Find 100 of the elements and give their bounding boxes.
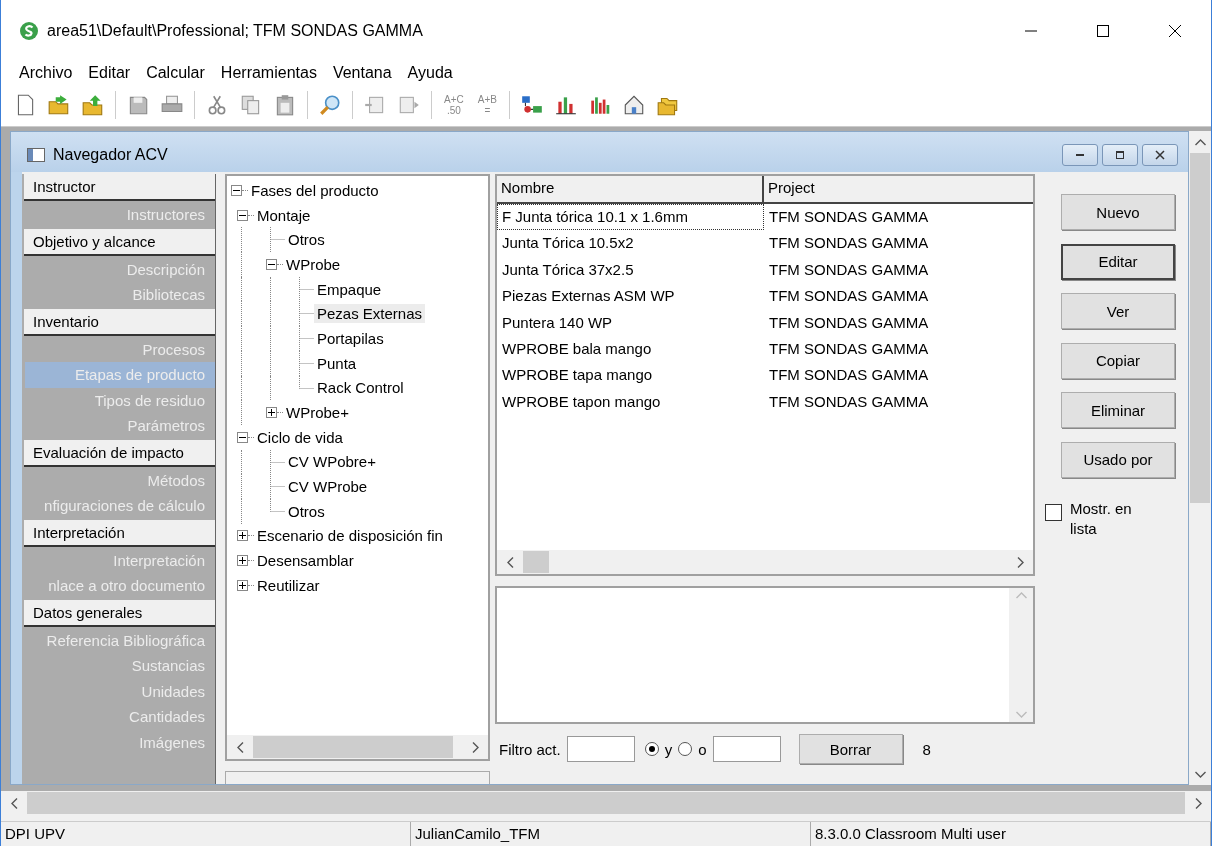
table-cell[interactable]: Piezas Externas ASM WP: [497, 283, 764, 310]
tree-item[interactable]: Otros: [285, 501, 328, 521]
chevron-left-icon[interactable]: [236, 741, 244, 753]
action-button[interactable]: Nuevo: [1061, 194, 1175, 230]
filter-input[interactable]: [712, 736, 781, 762]
radio-button[interactable]: [678, 742, 693, 756]
sidebar-header[interactable]: Objetivo y alcance: [24, 228, 215, 256]
item-count: 8: [922, 740, 931, 758]
tree-item[interactable]: Fases del producto: [248, 180, 382, 200]
clear-button[interactable]: Borrar: [798, 734, 903, 764]
table-cell[interactable]: WPROBE tapa mango: [497, 362, 764, 389]
tree-item[interactable]: Desensamblar: [254, 551, 357, 571]
table-cell[interactable]: TFM SONDAS GAMMA: [764, 309, 1033, 336]
table-cell[interactable]: WPROBE tapon mango: [497, 388, 764, 416]
radio-button[interactable]: [644, 742, 659, 756]
horizontal-scrollbar[interactable]: [227, 735, 488, 759]
table-cell[interactable]: TFM SONDAS GAMMA: [764, 204, 1033, 231]
chevron-left-icon[interactable]: [10, 797, 18, 809]
tree-item[interactable]: CV WProbe: [285, 477, 371, 497]
table-cell[interactable]: TFM SONDAS GAMMA: [764, 362, 1033, 389]
tree-item[interactable]: Rack Control: [314, 378, 407, 398]
vertical-scrollbar[interactable]: [1189, 131, 1211, 785]
chevron-up-icon[interactable]: [1194, 138, 1206, 146]
menu-item[interactable]: Calcular: [138, 64, 213, 82]
expand-icon[interactable]: [237, 579, 248, 591]
tree-item[interactable]: Escenario de disposición fin: [254, 526, 446, 546]
tree-item[interactable]: CV WPobre+: [285, 452, 379, 472]
tree-item[interactable]: Pezas Externas: [314, 304, 426, 324]
table-cell[interactable]: Junta Tórica 10.5x2: [497, 230, 764, 257]
tree-line: [248, 584, 254, 586]
folder-upload-icon[interactable]: [81, 93, 105, 117]
notes-field[interactable]: [495, 586, 1035, 724]
table-cell[interactable]: TFM SONDAS GAMMA: [764, 335, 1033, 363]
collapse-icon[interactable]: [237, 209, 248, 221]
action-button[interactable]: Usado por: [1061, 441, 1175, 478]
table-cell[interactable]: TFM SONDAS GAMMA: [764, 230, 1033, 257]
tree-item[interactable]: Otros: [285, 230, 328, 250]
chevron-right-icon[interactable]: [1194, 797, 1202, 809]
table-cell[interactable]: WPROBE bala mango: [497, 335, 764, 363]
close-icon: [1168, 24, 1182, 38]
tree-item[interactable]: Punta: [314, 353, 360, 373]
tree-item[interactable]: WProbe+: [283, 403, 352, 423]
action-button[interactable]: Editar: [1061, 243, 1175, 280]
menu-item[interactable]: Ventana: [324, 64, 400, 82]
scrollbar-thumb[interactable]: [523, 551, 549, 573]
tree-item[interactable]: WProbe: [283, 254, 344, 274]
tree-line: [248, 535, 254, 537]
chevron-down-icon[interactable]: [1194, 770, 1206, 778]
expand-icon[interactable]: [266, 407, 277, 419]
tree-line: [248, 436, 254, 438]
menu-item[interactable]: Herramientas: [212, 64, 325, 82]
column-header[interactable]: Nombre: [497, 176, 764, 202]
tree-item[interactable]: Reutilizar: [254, 575, 323, 595]
collapse-icon[interactable]: [231, 184, 242, 196]
sidebar-header[interactable]: Datos generales: [24, 599, 215, 627]
tree-item[interactable]: Portapilas: [314, 328, 387, 348]
sidebar-header[interactable]: Interpretación: [24, 519, 215, 547]
table-cell[interactable]: TFM SONDAS GAMMA: [764, 256, 1033, 284]
tree-line: [270, 227, 285, 253]
scrollbar-thumb[interactable]: [253, 736, 453, 758]
formula-button[interactable]: A+B =: [475, 94, 499, 116]
chevron-left-icon[interactable]: [506, 556, 514, 568]
table-cell[interactable]: Junta Tórica 37x2.5: [497, 256, 764, 284]
search-icon[interactable]: [318, 93, 342, 117]
scrollbar-thumb[interactable]: [1190, 153, 1210, 503]
filter-label: Filtro act.: [499, 740, 561, 758]
chevron-right-icon[interactable]: [1016, 556, 1024, 568]
tree-line: [299, 276, 314, 302]
collapse-icon[interactable]: [237, 431, 248, 443]
sidebar-header[interactable]: Evaluación de impacto: [24, 439, 215, 467]
restore-button[interactable]: [1102, 144, 1138, 166]
column-header[interactable]: Project: [764, 176, 1033, 202]
action-button[interactable]: Ver: [1061, 293, 1175, 329]
expand-icon[interactable]: [237, 555, 248, 567]
tree-item[interactable]: Ciclo de vida: [254, 427, 346, 447]
formula-button[interactable]: A+C .50: [442, 94, 466, 116]
menu-item[interactable]: Ayuda: [399, 64, 461, 82]
table-cell[interactable]: Puntera 140 WP: [497, 309, 764, 336]
minimize-icon: [1076, 154, 1084, 156]
menu-item[interactable]: Editar: [80, 64, 139, 82]
table-cell[interactable]: TFM SONDAS GAMMA: [764, 388, 1033, 416]
sidebar-header[interactable]: Instructor: [24, 174, 215, 201]
radio-label: o: [698, 740, 707, 758]
checkbox[interactable]: [1045, 504, 1062, 521]
expand-icon[interactable]: [237, 530, 248, 542]
tree-item[interactable]: Empaque: [314, 279, 385, 299]
collapse-icon[interactable]: [266, 258, 277, 270]
action-button[interactable]: Copiar: [1061, 342, 1175, 379]
table-cell[interactable]: F Junta tórica 10.1 x 1.6mm: [497, 204, 764, 231]
filter-input[interactable]: [566, 736, 635, 762]
chevron-right-icon[interactable]: [471, 741, 479, 753]
close-button[interactable]: [1142, 144, 1178, 166]
sidebar-header[interactable]: Inventario: [24, 308, 215, 336]
open-folder-icon[interactable]: [47, 93, 71, 117]
table-cell[interactable]: TFM SONDAS GAMMA: [764, 283, 1033, 310]
status-text: 8.3.0.0 Classroom Multi user: [811, 822, 1211, 846]
menu-item[interactable]: Archivo: [11, 64, 81, 82]
tree-item[interactable]: Montaje: [254, 205, 314, 225]
action-button[interactable]: Eliminar: [1061, 392, 1175, 428]
horizontal-scrollbar[interactable]: [497, 550, 1033, 574]
